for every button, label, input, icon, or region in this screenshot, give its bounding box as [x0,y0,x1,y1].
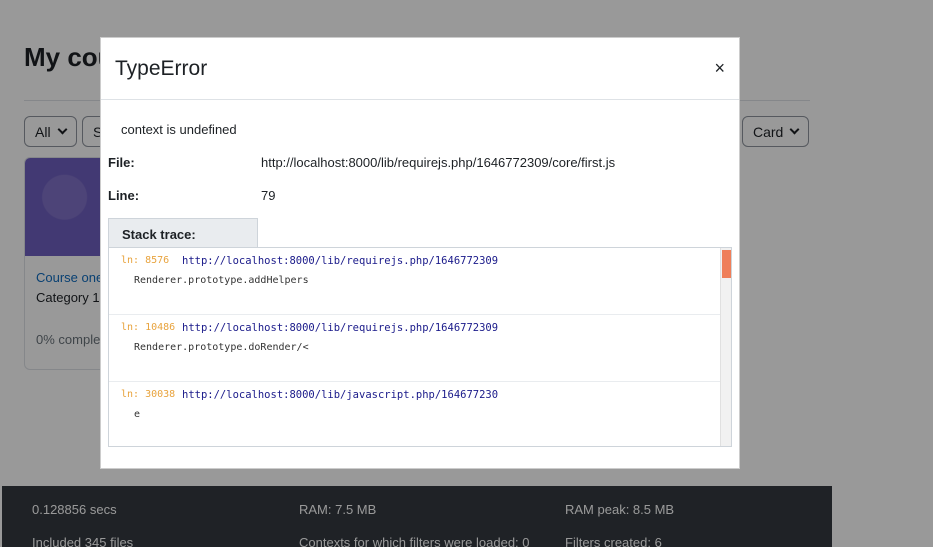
trace-url: http://localhost:8000/lib/javascript.php… [182,389,499,401]
tab-stack-trace[interactable]: Stack trace: [108,218,258,248]
file-value: http://localhost:8000/lib/requirejs.php/… [261,155,616,170]
line-number: ln: 10486 [121,322,176,333]
file-label: File: [108,155,135,170]
error-dialog: TypeError × context is undefined File: h… [100,37,740,469]
trace-function: Renderer.prototype.addHelpers [134,275,309,286]
trace-url: http://localhost:8000/lib/requirejs.php/… [182,322,499,334]
stack-trace-entry: ln: 10486 http://localhost:8000/lib/requ… [109,315,731,382]
stack-trace-list[interactable]: ln: 8576 http://localhost:8000/lib/requi… [108,247,732,447]
scrollbar[interactable] [720,248,731,446]
scrollbar-thumb[interactable] [722,250,731,278]
dialog-title: TypeError [115,57,208,80]
stack-trace-entry: ln: 8576 http://localhost:8000/lib/requi… [109,248,731,315]
close-icon[interactable]: × [714,58,725,78]
error-message: context is undefined [121,122,237,137]
trace-function: e [134,409,141,420]
dialog-header: TypeError × [101,38,739,100]
trace-url: http://localhost:8000/lib/requirejs.php/… [182,255,499,267]
line-number: ln: 30038 [121,389,176,400]
line-label: Line: [108,188,140,203]
stack-trace-entry: ln: 30038 http://localhost:8000/lib/java… [109,382,731,446]
trace-function: Renderer.prototype.doRender/< [134,342,309,353]
line-number: ln: 8576 [121,255,170,266]
line-value: 79 [261,188,276,203]
